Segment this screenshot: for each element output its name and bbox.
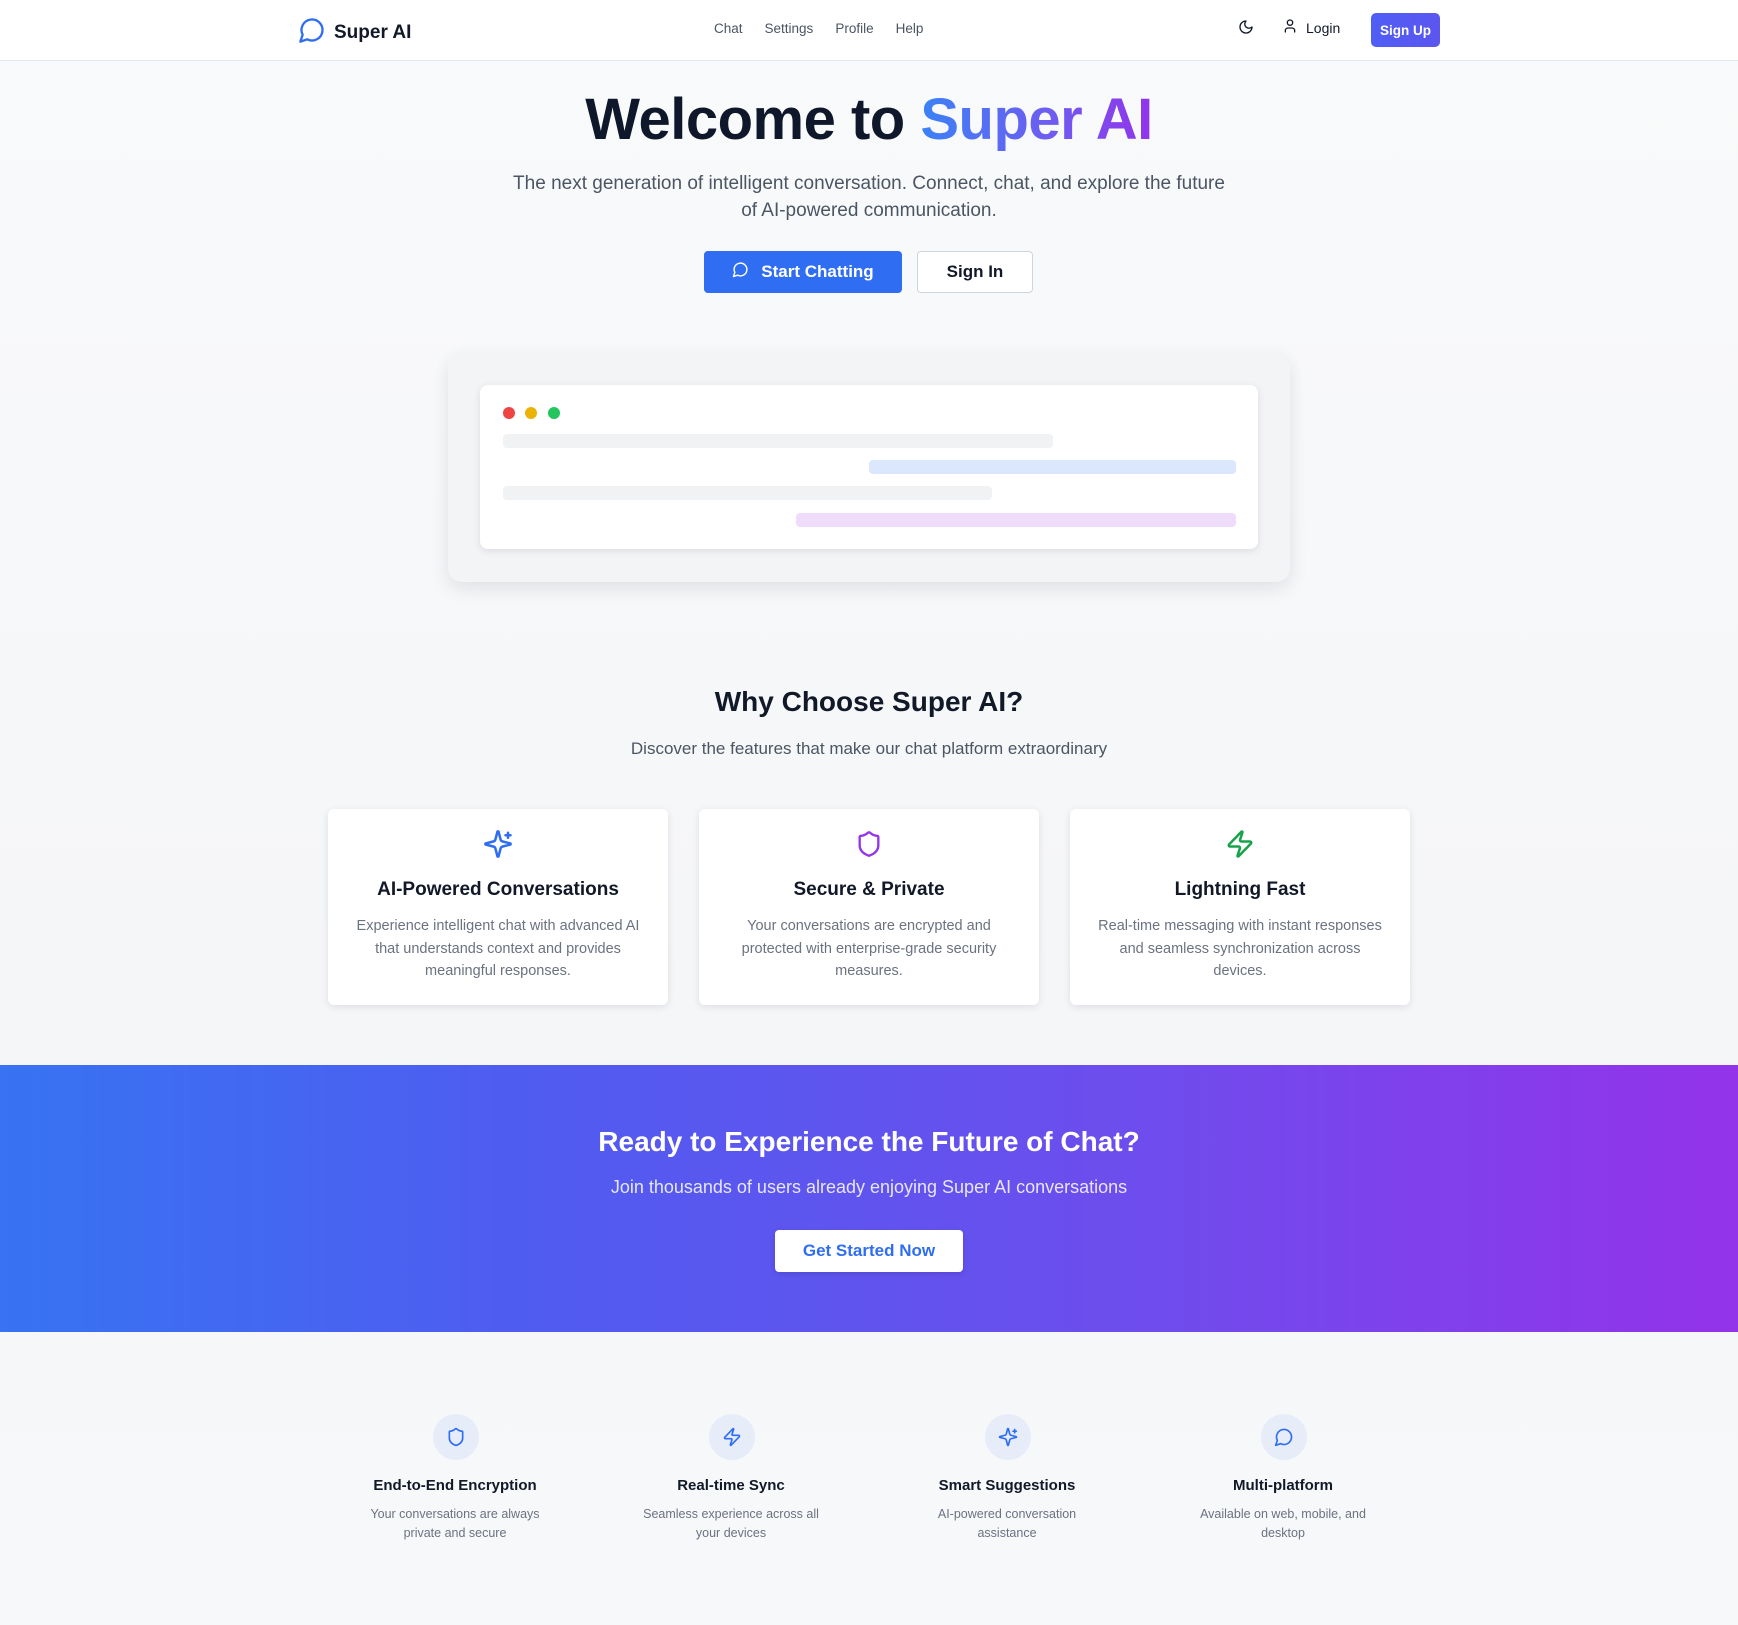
feature-card: Secure & Private Your conversations are … xyxy=(699,809,1039,1005)
feature-card-description: Your conversations are encrypted and pro… xyxy=(741,918,997,979)
brand-name: Super AI xyxy=(334,21,412,43)
features-subtitle: Discover the features that make our chat… xyxy=(630,739,1108,758)
chat-bubble-icon xyxy=(298,16,326,49)
feature-card-title: Secure & Private xyxy=(793,879,945,900)
chat-preview-window xyxy=(480,385,1258,549)
feature-card-title: Lightning Fast xyxy=(1174,879,1306,900)
hero-subtitle: The next generation of intelligent conve… xyxy=(513,173,1225,221)
hero-title-accent: Super AI xyxy=(920,87,1153,152)
feature-card-description: Real-time messaging with instant respons… xyxy=(1098,918,1382,979)
shield-icon xyxy=(854,829,884,859)
shield-icon xyxy=(433,1414,479,1460)
landing-page: Super AI Chat Settings Profile Help Logi… xyxy=(0,0,1738,1625)
start-chatting-button[interactable]: Start Chatting xyxy=(704,251,902,293)
signup-button[interactable]: Sign Up xyxy=(1371,13,1440,47)
lightning-icon xyxy=(1225,829,1255,859)
feature-card-title: AI-Powered Conversations xyxy=(377,879,619,900)
window-close-dot xyxy=(503,407,515,419)
window-maximize-dot xyxy=(548,407,560,419)
window-minimize-dot xyxy=(525,407,537,419)
hero-title: Welcome to Super AI xyxy=(0,86,1738,153)
message-placeholder-incoming xyxy=(503,486,992,500)
highlight-description: Available on web, mobile, and desktop xyxy=(1200,1507,1366,1540)
nav-link-chat[interactable]: Chat xyxy=(714,21,743,36)
highlight-title: Multi-platform xyxy=(1233,1477,1333,1494)
login-button[interactable]: Login xyxy=(1282,18,1340,37)
feature-card-description: Experience intelligent chat with advance… xyxy=(356,918,640,979)
message-placeholder-outgoing xyxy=(869,460,1236,474)
feature-card: AI-Powered Conversations Experience inte… xyxy=(328,809,668,1005)
brand-logo[interactable]: Super AI xyxy=(298,16,411,49)
nav-links: Chat Settings Profile Help xyxy=(714,21,923,36)
highlight-description: AI-powered conversation assistance xyxy=(937,1507,1077,1540)
sparkles-icon xyxy=(985,1414,1031,1460)
start-chatting-label: Start Chatting xyxy=(761,262,874,281)
message-placeholder-incoming xyxy=(503,434,1053,448)
moon-icon xyxy=(1238,19,1254,40)
sign-in-button[interactable]: Sign In xyxy=(917,251,1033,293)
top-navbar: Super AI Chat Settings Profile Help Logi… xyxy=(0,0,1738,61)
cta-banner-subtitle: Join thousands of users already enjoying… xyxy=(610,1177,1128,1197)
cta-banner: Ready to Experience the Future of Chat? … xyxy=(0,1065,1738,1332)
message-placeholder-outgoing xyxy=(796,513,1236,527)
cta-banner-title: Ready to Experience the Future of Chat? xyxy=(598,1126,1140,1157)
features-title: Why Choose Super AI? xyxy=(714,686,1024,717)
feature-card: Lightning Fast Real-time messaging with … xyxy=(1070,809,1410,1005)
highlight-title: Smart Suggestions xyxy=(938,1477,1076,1494)
get-started-button[interactable]: Get Started Now xyxy=(775,1230,963,1272)
lightning-icon xyxy=(709,1414,755,1460)
highlight-description: Seamless experience across all your devi… xyxy=(643,1507,819,1540)
user-icon xyxy=(1282,18,1298,37)
hero-title-plain: Welcome to xyxy=(585,87,921,152)
chat-preview-mockup xyxy=(448,353,1290,582)
theme-toggle-button[interactable] xyxy=(1235,18,1257,40)
highlight-title: Real-time Sync xyxy=(677,1477,785,1494)
highlight-description: Your conversations are always private an… xyxy=(370,1507,540,1540)
nav-link-settings[interactable]: Settings xyxy=(765,21,814,36)
sparkles-icon xyxy=(483,829,513,859)
nav-link-help[interactable]: Help xyxy=(896,21,924,36)
chat-bubble-icon xyxy=(732,261,749,283)
chat-bubble-icon xyxy=(1261,1414,1307,1460)
highlight-title: End-to-End Encryption xyxy=(373,1477,537,1494)
nav-link-profile[interactable]: Profile xyxy=(835,21,873,36)
login-label: Login xyxy=(1306,19,1341,36)
